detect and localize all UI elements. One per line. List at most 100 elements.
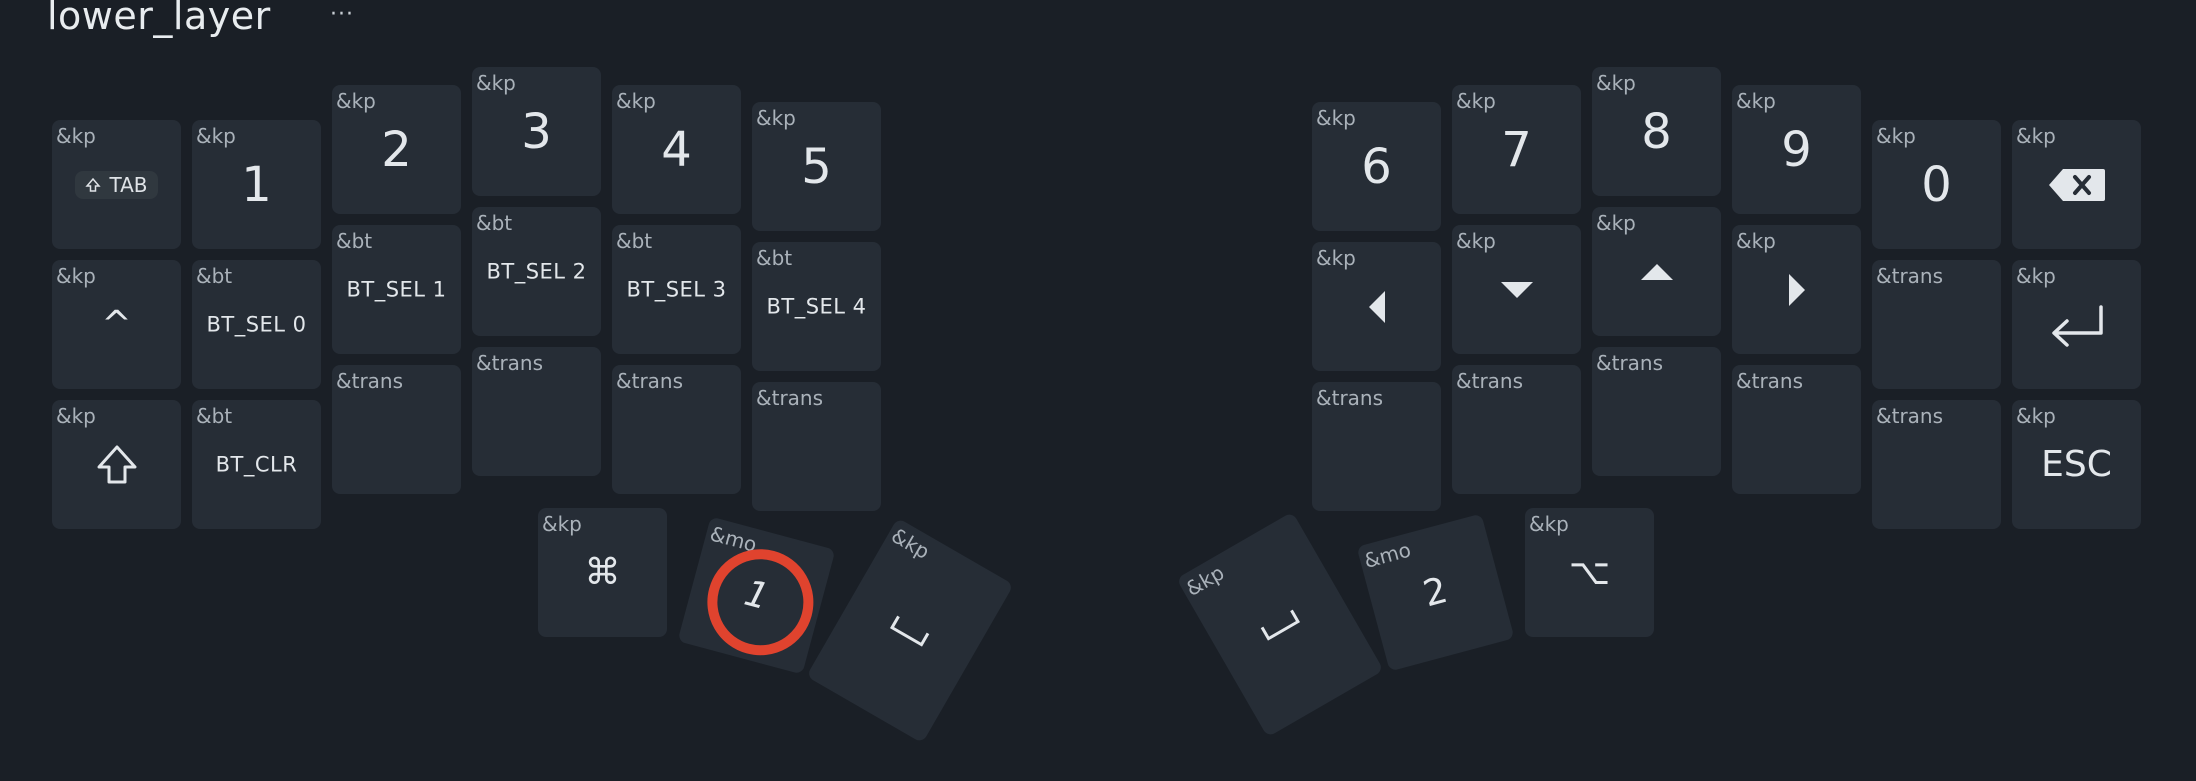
key-0[interactable]: &kp 0 [1872,120,2001,249]
key-label: BT_SEL 2 [486,259,587,283]
arrow-left-icon [1368,290,1385,323]
key-2[interactable]: &kp 2 [332,85,461,214]
key-mo-2[interactable]: &mo 2 [1356,513,1515,672]
key-3[interactable]: &kp 3 [472,67,601,196]
key-label: BT_SEL 3 [626,277,727,301]
key-label: 5 [801,138,832,195]
key-bt-sel-1[interactable]: &bt BT_SEL 1 [332,225,461,354]
key-8[interactable]: &kp 8 [1592,67,1721,196]
key-trans[interactable]: &trans [1872,400,2001,529]
key-trans[interactable]: &trans [612,365,741,494]
key-trans[interactable]: &trans [752,382,881,511]
key-behavior: &kp [1181,560,1229,602]
key-behavior: &kp [476,71,516,95]
option-icon: ⌥ [1568,551,1611,593]
key-behavior: &kp [56,404,96,428]
key-trans[interactable]: &trans [1592,347,1721,476]
key-label: BT_SEL 0 [206,312,307,336]
key-trans[interactable]: &trans [1312,382,1441,511]
key-esc[interactable]: &kp ESC [2012,400,2141,529]
key-trans[interactable]: &trans [332,365,461,494]
key-right-arrow[interactable]: &kp [1732,225,1861,354]
key-space[interactable]: &kp [806,517,1014,744]
key-behavior: &mo [1361,537,1414,573]
key-trans[interactable]: &trans [1452,365,1581,494]
key-tab[interactable]: &kp TAB [52,120,181,249]
key-7[interactable]: &kp 7 [1452,85,1581,214]
key-mo-1[interactable]: &mo 1 [677,516,836,675]
key-command[interactable]: &kp ⌘ [538,508,667,637]
key-label: 1 [241,156,272,213]
key-4[interactable]: &kp 4 [612,85,741,214]
key-behavior: &trans [336,369,404,393]
key-behavior: &kp [1596,71,1636,95]
key-behavior: &trans [476,351,544,375]
shift-icon [97,445,136,483]
key-enter[interactable]: &kp [2012,260,2141,389]
key-behavior: &kp [2016,404,2056,428]
arrow-down-icon [1500,281,1533,298]
key-behavior: &bt [476,211,513,235]
key-left-arrow[interactable]: &kp [1312,242,1441,371]
key-behavior: &kp [1529,512,1569,536]
key-label: 3 [521,103,552,160]
key-bt-sel-2[interactable]: &bt BT_SEL 2 [472,207,601,336]
arrow-up-icon [1640,263,1673,280]
key-label: 2 [1419,569,1452,615]
key-1[interactable]: &kp 1 [192,120,321,249]
key-behavior: &trans [1596,351,1664,375]
key-behavior: &kp [1736,229,1776,253]
key-behavior: &kp [1316,246,1356,270]
key-label: 6 [1361,138,1392,195]
key-behavior: &trans [1456,369,1524,393]
key-bt-sel-3[interactable]: &bt BT_SEL 3 [612,225,741,354]
key-shift[interactable]: &kp [52,400,181,529]
key-label: 9 [1781,121,1812,178]
key-behavior: &bt [756,246,793,270]
key-bt-sel-4[interactable]: &bt BT_SEL 4 [752,242,881,371]
key-behavior: &kp [616,89,656,113]
key-behavior: &kp [756,106,796,130]
key-6[interactable]: &kp 6 [1312,102,1441,231]
key-space[interactable]: &kp [1176,511,1384,738]
backspace-icon [2048,168,2105,201]
key-behavior: &trans [756,386,824,410]
key-behavior: &kp [1736,89,1776,113]
key-behavior: &kp [56,264,96,288]
key-behavior: &kp [56,124,96,148]
key-bt-clr[interactable]: &bt BT_CLR [192,400,321,529]
key-behavior: &bt [616,229,653,253]
highlight-ring [695,536,825,667]
key-up-arrow[interactable]: &kp [1592,207,1721,336]
key-label: 2 [381,121,412,178]
key-option[interactable]: &kp ⌥ [1525,508,1654,637]
key-behavior: &bt [196,404,233,428]
key-behavior: &kp [1876,124,1916,148]
key-bt-sel-0[interactable]: &bt BT_SEL 0 [192,260,321,389]
more-menu-icon[interactable]: ··· [330,2,354,27]
shift-icon [85,177,102,192]
key-trans[interactable]: &trans [1872,260,2001,389]
key-caret[interactable]: &kp ^ [52,260,181,389]
key-behavior: &trans [1876,264,1944,288]
key-label: 7 [1501,121,1532,178]
key-behavior: &kp [1456,89,1496,113]
key-behavior: &trans [1876,404,1944,428]
key-label: BT_SEL 1 [346,277,447,301]
key-9[interactable]: &kp 9 [1732,85,1861,214]
key-trans[interactable]: &trans [1732,365,1861,494]
key-5[interactable]: &kp 5 [752,102,881,231]
key-backspace[interactable]: &kp [2012,120,2141,249]
key-down-arrow[interactable]: &kp [1452,225,1581,354]
key-label: BT_SEL 4 [766,294,867,318]
key-behavior: &kp [887,523,934,564]
key-label: TAB [109,172,148,197]
key-label: 0 [1921,156,1952,213]
space-icon [1260,609,1300,641]
key-trans[interactable]: &trans [472,347,601,476]
key-behavior: &kp [2016,124,2056,148]
key-behavior: &trans [1736,369,1804,393]
key-behavior: &bt [336,229,373,253]
key-behavior: &kp [336,89,376,113]
key-behavior: &bt [196,264,233,288]
